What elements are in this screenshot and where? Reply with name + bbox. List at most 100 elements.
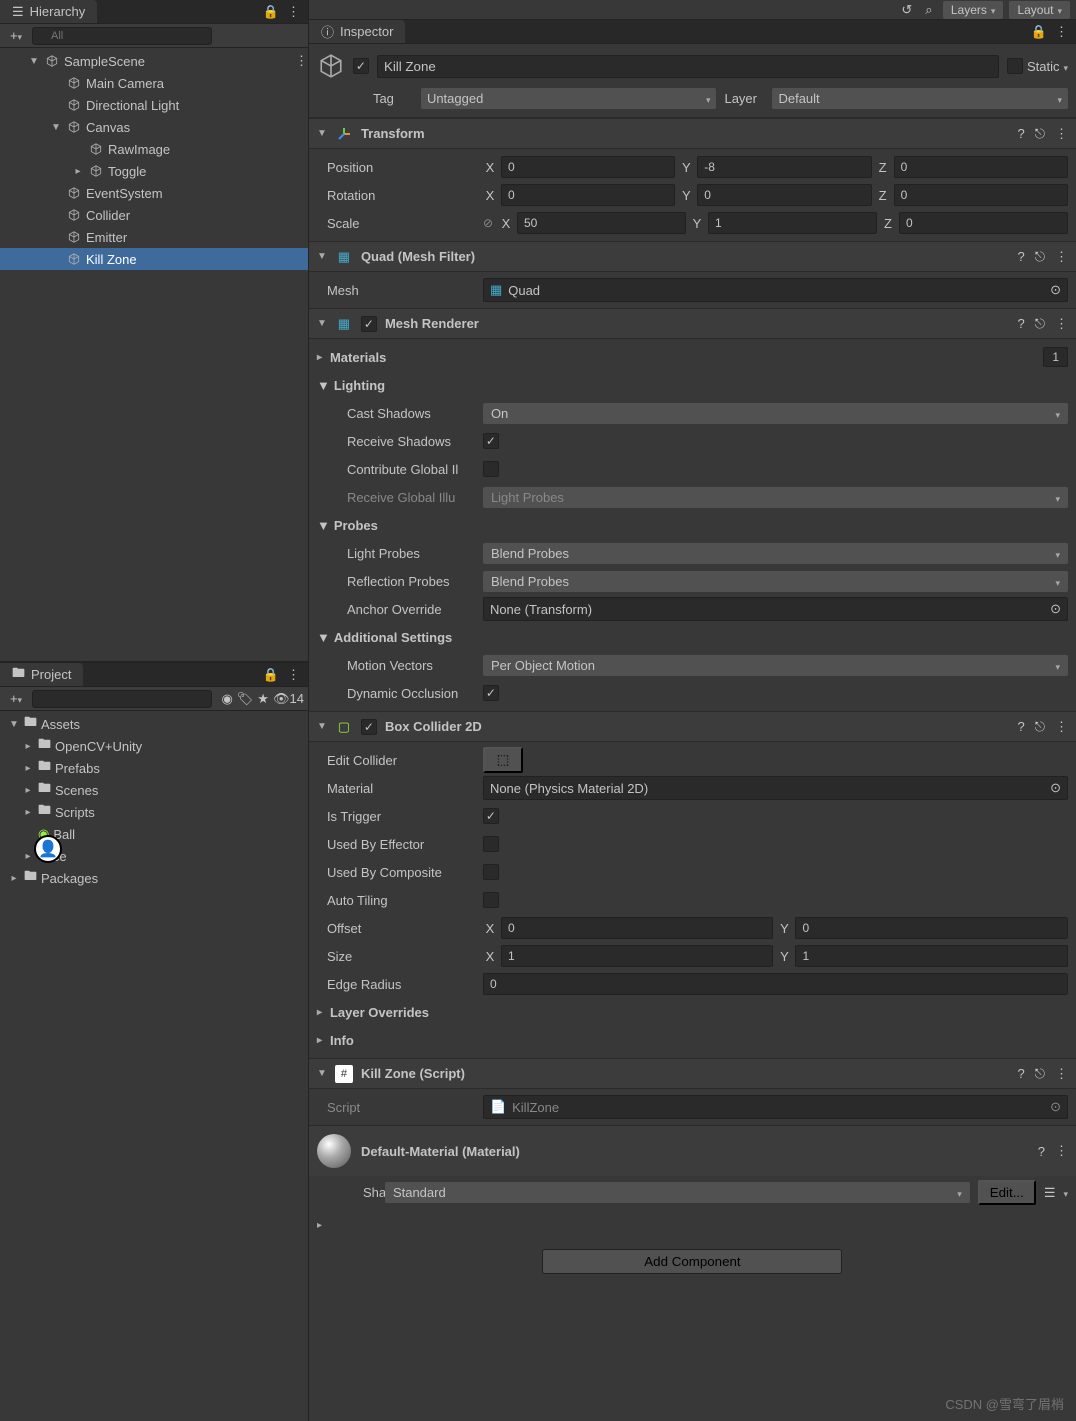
motion-vectors-dropdown[interactable]: Per Object Motion [483, 655, 1068, 676]
menu-icon[interactable]: ⋮ [1055, 126, 1068, 142]
hierarchy-search-input[interactable] [32, 27, 212, 45]
scale-z-input[interactable] [899, 212, 1068, 234]
lock-icon[interactable]: 🔒 [263, 667, 279, 683]
hierarchy-item[interactable]: Emitter [0, 226, 308, 248]
preset-icon[interactable]: ⎋ [1035, 719, 1045, 735]
filter-label-icon[interactable]: 🏷 [237, 691, 254, 707]
project-item[interactable]: ▸🖿Packages [0, 867, 308, 889]
fold-icon[interactable]: ▼ [317, 1068, 327, 1079]
object-picker-icon[interactable]: ⊙ [1050, 282, 1061, 298]
hierarchy-item[interactable]: ▼SampleScene⋮ [0, 50, 308, 72]
help-icon[interactable]: ? [1017, 316, 1024, 332]
contribute-gi-checkbox[interactable] [483, 461, 499, 477]
auto-tiling-checkbox[interactable] [483, 892, 499, 908]
fold-icon[interactable]: ▸ [72, 166, 84, 177]
fold-icon[interactable]: ▼ [317, 318, 327, 329]
layer-dropdown[interactable]: Default [772, 88, 1068, 109]
size-y-input[interactable] [795, 945, 1068, 967]
fold-icon[interactable]: ▸ [22, 741, 34, 752]
layer-overrides-label[interactable]: Layer Overrides [317, 1005, 429, 1020]
rotation-x-input[interactable] [501, 184, 675, 206]
project-item[interactable]: ▸🖿OpenCV+Unity [0, 735, 308, 757]
additional-foldout[interactable]: ▼ Additional Settings [317, 630, 452, 645]
fold-icon[interactable]: ▼ [8, 719, 20, 730]
hierarchy-item[interactable]: Directional Light [0, 94, 308, 116]
project-item[interactable]: ▸🖿Scripts [0, 801, 308, 823]
rotation-y-input[interactable] [697, 184, 871, 206]
fold-icon[interactable]: ▼ [28, 56, 40, 67]
help-icon[interactable]: ? [1017, 126, 1024, 142]
anchor-override-field[interactable]: None (Transform)⊙ [483, 597, 1068, 621]
material-expand[interactable] [317, 1216, 326, 1231]
edit-shader-button[interactable]: Edit... [978, 1180, 1036, 1205]
position-z-input[interactable] [894, 156, 1068, 178]
add-component-button[interactable]: Add Component [542, 1249, 842, 1274]
fold-icon[interactable]: ▼ [317, 251, 327, 262]
tag-dropdown[interactable]: Untagged [421, 88, 717, 109]
rotation-z-input[interactable] [894, 184, 1068, 206]
light-probes-dropdown[interactable]: Blend Probes [483, 543, 1068, 564]
used-by-composite-checkbox[interactable] [483, 864, 499, 880]
menu-icon[interactable]: ⋮ [1055, 719, 1068, 735]
object-picker-icon[interactable]: ⊙ [1050, 1099, 1061, 1115]
gameobject-icon[interactable] [317, 52, 345, 80]
fold-icon[interactable]: ▸ [22, 763, 34, 774]
fold-icon[interactable]: ▼ [50, 122, 62, 133]
scale-y-input[interactable] [708, 212, 877, 234]
add-button[interactable]: + [4, 691, 28, 706]
menu-icon[interactable]: ⋮ [1055, 24, 1068, 40]
hierarchy-item[interactable]: ▼Canvas [0, 116, 308, 138]
hierarchy-item[interactable]: Collider [0, 204, 308, 226]
cast-shadows-dropdown[interactable]: On [483, 403, 1068, 424]
size-x-input[interactable] [501, 945, 774, 967]
constrain-scale-icon[interactable]: ⊘ [483, 216, 493, 230]
project-tab[interactable]: 🖿 Project [0, 663, 83, 686]
hierarchy-item[interactable]: Kill Zone [0, 248, 308, 270]
menu-icon[interactable]: ⋮ [287, 667, 300, 683]
layout-dropdown[interactable]: Layout [1009, 1, 1070, 19]
menu-icon[interactable]: ⋮ [1055, 316, 1068, 332]
help-icon[interactable]: ? [1017, 719, 1024, 735]
object-name-input[interactable] [377, 55, 999, 78]
hierarchy-tab[interactable]: ☰ Hierarchy [0, 0, 97, 23]
lighting-foldout[interactable]: ▼ Lighting [317, 378, 385, 393]
queue-icon[interactable]: ☰ [1044, 1185, 1056, 1201]
add-button[interactable]: + [4, 28, 28, 43]
menu-icon[interactable]: ⋮ [1055, 1066, 1068, 1082]
scale-x-input[interactable] [517, 212, 686, 234]
fold-icon[interactable]: ▼ [317, 721, 327, 732]
project-item[interactable]: ▼🖿Assets [0, 713, 308, 735]
preset-icon[interactable]: ⎋ [1035, 316, 1045, 332]
project-item[interactable]: ▸🖿Scenes [0, 779, 308, 801]
preset-icon[interactable]: ⎋ [1035, 126, 1045, 142]
enabled-checkbox[interactable] [353, 58, 369, 74]
probes-foldout[interactable]: ▼ Probes [317, 518, 378, 533]
layers-dropdown[interactable]: Layers [943, 1, 1004, 19]
materials-label[interactable]: Materials [317, 350, 386, 365]
search-icon[interactable]: ⌕ [921, 2, 937, 18]
menu-icon[interactable]: ⋮ [295, 53, 308, 69]
hierarchy-item[interactable]: EventSystem [0, 182, 308, 204]
preset-icon[interactable]: ⎋ [1035, 1066, 1045, 1082]
inspector-tab[interactable]: ⓘ Inspector [309, 20, 406, 43]
preset-icon[interactable]: ⎋ [1035, 249, 1045, 265]
help-icon[interactable]: ? [1017, 249, 1024, 265]
history-icon[interactable]: ↺ [899, 2, 915, 18]
hierarchy-item[interactable]: Main Camera [0, 72, 308, 94]
is-trigger-checkbox[interactable] [483, 808, 499, 824]
lock-icon[interactable]: 🔒 [1031, 24, 1047, 40]
box-collider-enabled-checkbox[interactable] [361, 719, 377, 735]
menu-icon[interactable]: ⋮ [1055, 1143, 1068, 1159]
fold-icon[interactable]: ▸ [22, 851, 34, 862]
hierarchy-item[interactable]: RawImage [0, 138, 308, 160]
object-picker-icon[interactable]: ⊙ [1050, 780, 1061, 796]
hierarchy-item[interactable]: ▸Toggle [0, 160, 308, 182]
menu-icon[interactable]: ⋮ [1055, 249, 1068, 265]
project-search-input[interactable] [32, 690, 212, 708]
receive-shadows-checkbox[interactable] [483, 433, 499, 449]
menu-icon[interactable]: ⋮ [287, 4, 300, 20]
info-label[interactable]: Info [317, 1033, 354, 1048]
filter-star-icon[interactable]: ★ [257, 691, 269, 707]
position-y-input[interactable] [697, 156, 871, 178]
fold-icon[interactable]: ▸ [22, 785, 34, 796]
